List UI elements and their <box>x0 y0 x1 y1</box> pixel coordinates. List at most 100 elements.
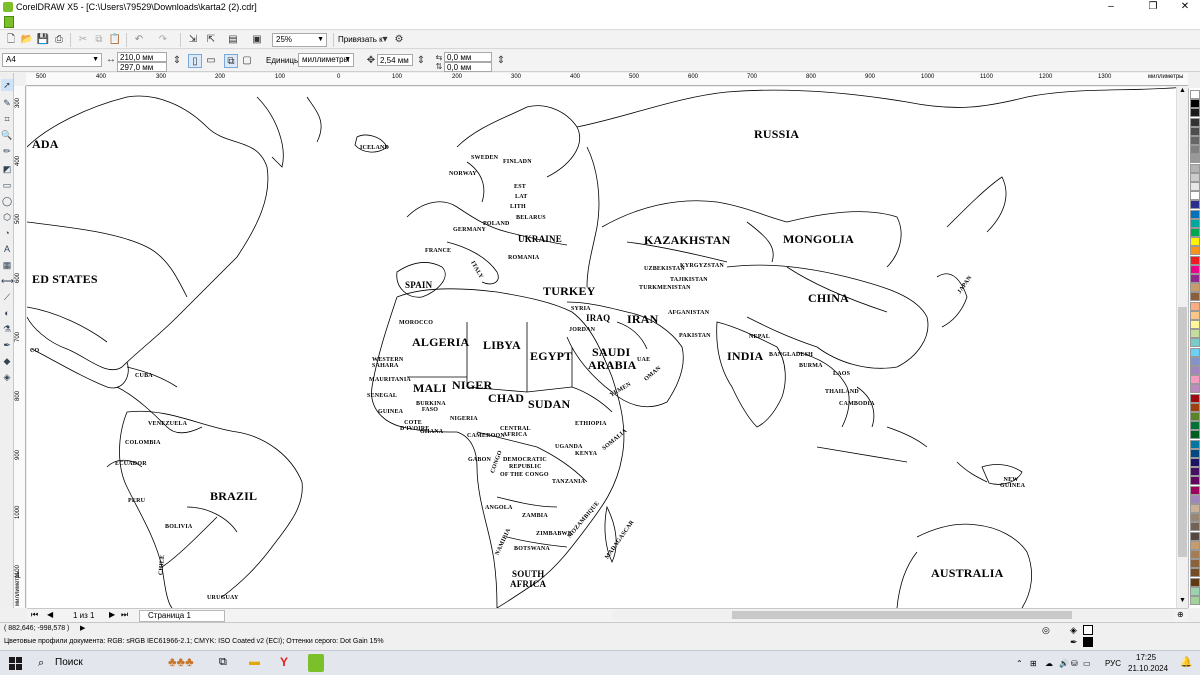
application-launcher-icon[interactable]: ▤ <box>226 33 240 47</box>
paste-icon[interactable]: 📋 <box>108 33 122 47</box>
widget-icon[interactable]: ♣♣♣ <box>168 654 194 669</box>
print-icon[interactable]: ⎙ <box>52 33 66 47</box>
palette-swatch[interactable] <box>1190 209 1200 219</box>
landscape-icon[interactable]: ▭ <box>204 54 218 68</box>
palette-swatch[interactable] <box>1190 108 1200 118</box>
open-icon[interactable]: 📂 <box>20 33 34 47</box>
windows-start-icon[interactable] <box>9 657 22 670</box>
palette-swatch[interactable] <box>1190 228 1200 237</box>
vertical-ruler[interactable]: 300 400 500 600 700 800 900 1000 1100 ми… <box>14 86 26 608</box>
current-page-icon[interactable]: ▢ <box>240 54 254 68</box>
palette-swatch[interactable] <box>1190 596 1200 605</box>
outline-indicator-icon[interactable]: ✒ <box>1070 637 1078 648</box>
vertical-scrollbar[interactable]: ▲ ▼ <box>1176 87 1187 608</box>
palette-swatch[interactable] <box>1190 375 1200 385</box>
palette-swatch[interactable] <box>1190 356 1200 366</box>
palette-swatch[interactable] <box>1190 338 1200 348</box>
palette-swatch[interactable] <box>1190 126 1200 136</box>
palette-swatch[interactable] <box>1190 237 1200 247</box>
palette-swatch[interactable] <box>1190 559 1200 569</box>
play-icon[interactable]: ▶ <box>80 624 85 632</box>
palette-swatch[interactable] <box>1190 264 1200 274</box>
smart-fill-icon[interactable]: ◩ <box>1 163 13 175</box>
options-icon[interactable]: ⚙ <box>392 33 406 47</box>
dimension-tool-icon[interactable]: ⟷ <box>1 275 14 287</box>
coreldraw-taskbar-icon[interactable] <box>308 654 324 672</box>
text-tool-icon[interactable]: A <box>1 243 13 255</box>
palette-swatch[interactable] <box>1190 458 1200 467</box>
vertical-scroll-thumb[interactable] <box>1178 307 1187 557</box>
palette-swatch[interactable] <box>1190 154 1200 164</box>
maximize-button[interactable]: ❐ <box>1138 0 1168 14</box>
new-document-icon[interactable]: 🗋 <box>4 33 18 47</box>
stepper-icon[interactable]: ⇕ <box>170 54 184 68</box>
zoom-levels-dropdown[interactable]: 25% ▼ <box>272 33 327 47</box>
palette-swatch[interactable] <box>1190 320 1200 329</box>
palette-swatch[interactable] <box>1190 513 1200 523</box>
next-page-icon[interactable]: ▶ <box>109 610 115 619</box>
target-icon[interactable]: ◎ <box>1042 625 1050 636</box>
welcome-screen-icon[interactable]: ▣ <box>250 33 264 47</box>
palette-swatch[interactable] <box>1190 283 1200 293</box>
search-icon[interactable]: ⌕ <box>38 657 44 670</box>
first-page-icon[interactable]: ⏮ <box>31 610 38 620</box>
network-icon[interactable]: ⛁ <box>1071 651 1078 675</box>
clock-time[interactable]: 17:25 <box>1136 653 1156 662</box>
polygon-tool-icon[interactable]: ⬡ <box>1 211 13 223</box>
palette-swatch[interactable] <box>1190 412 1200 421</box>
horizontal-scrollbar[interactable] <box>612 610 1174 620</box>
palette-swatch[interactable] <box>1190 310 1200 320</box>
palette-swatch[interactable] <box>1190 182 1200 191</box>
palette-swatch[interactable] <box>1190 384 1200 394</box>
palette-swatch[interactable] <box>1190 467 1200 477</box>
prev-page-icon[interactable]: ◀ <box>47 610 53 619</box>
page-tab[interactable]: Страница 1 <box>139 610 225 622</box>
palette-swatch[interactable] <box>1190 172 1200 182</box>
language-indicator[interactable]: РУС <box>1105 651 1121 675</box>
save-icon[interactable]: 💾 <box>36 33 50 47</box>
minimize-button[interactable]: – <box>1096 0 1126 14</box>
zoom-tool-icon[interactable]: 🔍 <box>1 129 13 141</box>
palette-swatch[interactable] <box>1190 430 1200 440</box>
copy-icon[interactable]: ⧉ <box>92 33 106 47</box>
palette-swatch[interactable] <box>1190 274 1200 283</box>
redo-icon[interactable]: ↷ <box>156 33 170 47</box>
palette-swatch[interactable] <box>1190 90 1200 99</box>
file-explorer-icon[interactable]: ▬ <box>249 656 260 668</box>
blend-tool-icon[interactable]: ◐ <box>1 307 13 319</box>
units-dropdown[interactable]: миллиметры ▼ <box>298 53 354 67</box>
battery-icon[interactable]: ▭ <box>1083 651 1091 675</box>
duplicate-y-field[interactable]: 0,0 мм <box>444 62 492 72</box>
horizontal-scroll-thumb[interactable] <box>732 611 1072 619</box>
pick-tool-icon[interactable]: ➚ <box>1 79 13 91</box>
palette-swatch[interactable] <box>1190 191 1200 201</box>
color-profile-info[interactable]: Цветовые профили документа: RGB: sRGB IE… <box>4 638 384 645</box>
palette-swatch[interactable] <box>1190 366 1200 375</box>
palette-swatch[interactable] <box>1190 99 1200 109</box>
eyedropper-icon[interactable]: ⚗ <box>1 323 13 335</box>
palette-swatch[interactable] <box>1190 255 1200 265</box>
palette-swatch[interactable] <box>1190 577 1200 587</box>
palette-swatch[interactable] <box>1190 421 1200 431</box>
palette-swatch[interactable] <box>1190 540 1200 550</box>
chevron-down-icon[interactable]: ▾ <box>378 33 392 47</box>
palette-swatch[interactable] <box>1190 550 1200 559</box>
palette-swatch[interactable] <box>1190 163 1200 173</box>
page-size-dropdown[interactable]: A4 ▼ <box>2 53 102 67</box>
tray-app-icon[interactable]: ⊞ <box>1030 651 1037 675</box>
palette-swatch[interactable] <box>1190 145 1200 155</box>
page-width-field[interactable]: 210,0 мм <box>117 52 167 62</box>
zoom-navigator-icon[interactable]: ⊕ <box>1177 610 1184 619</box>
ellipse-tool-icon[interactable]: ◯ <box>1 195 13 207</box>
palette-swatch[interactable] <box>1190 292 1200 302</box>
scroll-down-icon[interactable]: ▼ <box>1179 597 1186 604</box>
export-icon[interactable]: ⇱ <box>204 33 218 47</box>
palette-swatch[interactable] <box>1190 301 1200 311</box>
palette-swatch[interactable] <box>1190 347 1200 357</box>
palette-swatch[interactable] <box>1190 586 1200 596</box>
palette-swatch[interactable] <box>1190 218 1200 228</box>
taskbar-search[interactable]: Поиск <box>55 657 83 668</box>
table-tool-icon[interactable]: ▦ <box>1 259 13 271</box>
portrait-icon[interactable]: ▯ <box>188 54 202 68</box>
palette-swatch[interactable] <box>1190 476 1200 486</box>
